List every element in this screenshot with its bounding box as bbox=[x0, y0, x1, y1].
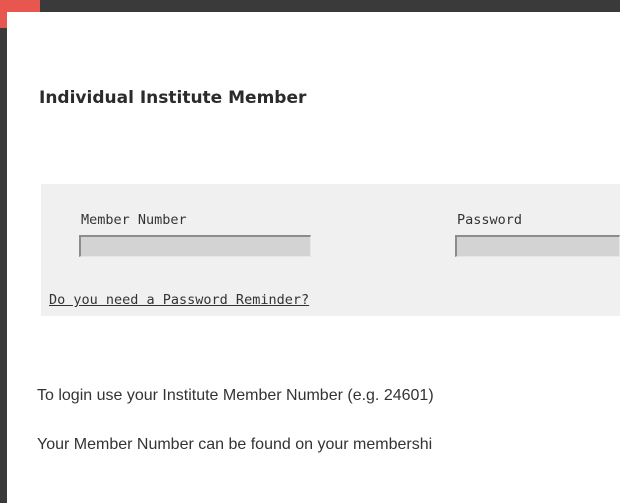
member-number-hint: Your Member Number can be found on your … bbox=[37, 436, 433, 453]
member-number-input[interactable] bbox=[79, 235, 311, 257]
login-panel: Member Number Password Do you need a Pas… bbox=[41, 184, 620, 316]
section-title: Individual Institute Member bbox=[39, 88, 307, 108]
member-number-label: Member Number bbox=[81, 212, 187, 228]
password-label: Password bbox=[457, 212, 523, 228]
top-bar bbox=[0, 0, 620, 12]
main-content: Individual Institute Member Member Numbe… bbox=[7, 12, 620, 503]
login-instructions: To login use your Institute Member Numbe… bbox=[37, 387, 434, 404]
left-frame-strip bbox=[0, 28, 7, 503]
password-input[interactable] bbox=[455, 235, 620, 257]
password-reminder-link[interactable]: Do you need a Password Reminder? bbox=[49, 292, 309, 308]
